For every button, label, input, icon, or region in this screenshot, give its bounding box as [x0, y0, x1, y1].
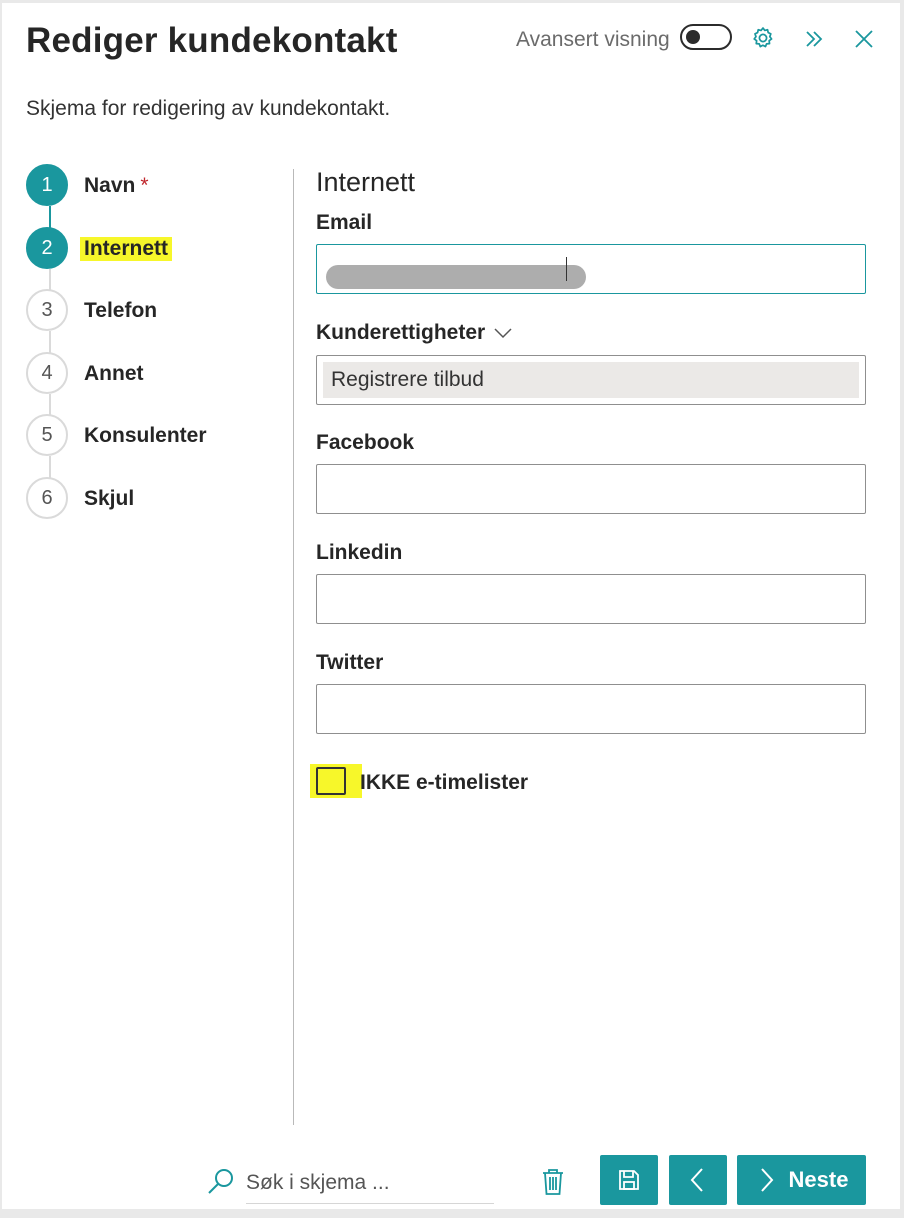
close-icon[interactable]	[852, 27, 876, 51]
save-button[interactable]	[600, 1155, 658, 1205]
page-title: Rediger kundekontakt	[26, 21, 398, 60]
step-label: Skjul	[84, 487, 135, 510]
selected-right-chip[interactable]: Registrere tilbud	[323, 362, 859, 398]
previous-button[interactable]	[669, 1155, 727, 1205]
step-annet[interactable]: 4 Annet	[26, 352, 286, 398]
edit-contact-panel: Rediger kundekontakt Avansert visning Sk…	[2, 3, 900, 1209]
trash-icon[interactable]	[542, 1168, 564, 1196]
twitter-field[interactable]	[316, 684, 866, 734]
step-number: 1	[26, 164, 68, 206]
step-number: 4	[26, 352, 68, 394]
search-icon	[208, 1169, 233, 1194]
step-number: 5	[26, 414, 68, 456]
step-label: Konsulenter	[84, 424, 207, 447]
facebook-label: Facebook	[316, 431, 415, 454]
linkedin-label: Linkedin	[316, 541, 403, 564]
form-search-input[interactable]	[246, 1163, 494, 1204]
redacted-email-blur	[326, 265, 586, 289]
step-label: Internett	[80, 237, 172, 261]
customer-rights-dropdown-toggle[interactable]: Kunderettigheter	[316, 321, 513, 345]
next-button[interactable]: Neste	[737, 1155, 866, 1205]
no-timesheets-checkbox[interactable]	[316, 767, 346, 795]
section-title: Internett	[316, 167, 416, 197]
advanced-view-label: Avansert visning	[516, 28, 670, 51]
linkedin-field[interactable]	[316, 574, 866, 624]
step-konsulenter[interactable]: 5 Konsulenter	[26, 414, 286, 460]
customer-rights-select[interactable]: Registrere tilbud	[316, 355, 866, 405]
twitter-label: Twitter	[316, 651, 384, 674]
toggle-knob	[686, 30, 700, 44]
step-label: Telefon	[84, 299, 158, 322]
customer-rights-label: Kunderettigheter	[316, 321, 486, 344]
advanced-view-toggle[interactable]	[680, 24, 732, 50]
step-label: Navn *	[84, 174, 149, 197]
step-number: 2	[26, 227, 68, 269]
step-label: Annet	[84, 362, 144, 385]
step-navn[interactable]: 1 Navn *	[26, 164, 286, 210]
step-telefon[interactable]: 3 Telefon	[26, 289, 286, 335]
text-caret	[566, 257, 567, 281]
facebook-field[interactable]	[316, 464, 866, 514]
page-subtitle: Skjema for redigering av kundekontakt.	[26, 97, 391, 120]
no-timesheets-label: IKKE e-timelister	[360, 771, 529, 794]
floppy-disk-icon	[619, 1170, 639, 1190]
step-skjul[interactable]: 6 Skjul	[26, 477, 286, 523]
chevron-right-icon	[760, 1168, 773, 1192]
vertical-divider	[293, 169, 294, 1125]
chevron-down-icon	[494, 328, 512, 339]
step-internett[interactable]: 2 Internett	[26, 227, 286, 273]
required-marker: *	[140, 174, 149, 197]
gear-icon[interactable]	[750, 25, 776, 51]
step-number: 6	[26, 477, 68, 519]
next-button-label: Neste	[788, 1167, 849, 1192]
step-number: 3	[26, 289, 68, 331]
email-label: Email	[316, 211, 373, 234]
chevron-left-icon	[690, 1168, 703, 1192]
double-chevron-right-icon[interactable]	[802, 27, 826, 51]
